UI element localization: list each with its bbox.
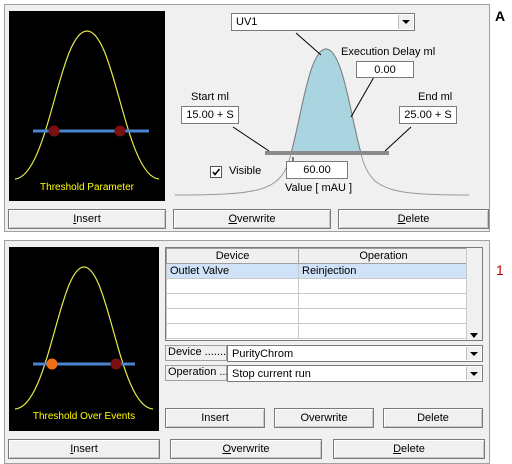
event-delete-button-label: Delete — [417, 412, 449, 424]
table-row[interactable] — [166, 278, 469, 294]
threshold-value-field[interactable]: 60.00 — [286, 161, 348, 179]
events-insert-button-label: Insert — [70, 443, 98, 455]
threshold-events-caption: Threshold Over Events — [32, 411, 136, 422]
end-pointer — [384, 126, 412, 152]
checkmark-icon — [212, 168, 221, 176]
operation-cell[interactable] — [298, 323, 469, 339]
delete-button-label: Delete — [397, 213, 430, 225]
threshold-parameter-chart — [14, 30, 160, 180]
device-cell[interactable] — [166, 278, 299, 294]
device-select[interactable]: PurityChrom — [227, 345, 483, 362]
start-field[interactable]: 15.00 + S — [181, 106, 239, 124]
device-cell[interactable] — [166, 293, 299, 309]
operation-cell[interactable] — [298, 308, 469, 324]
start-pointer — [232, 126, 270, 152]
insert-button-label: Insert — [73, 213, 101, 225]
delay-pointer — [350, 76, 375, 118]
table-row[interactable] — [166, 293, 469, 309]
events-table-container: Device Operation Outlet Valve Reinjection — [165, 247, 483, 341]
threshold-events-panel: Threshold Over Events Device Operation O… — [4, 240, 490, 464]
chevron-down-icon[interactable] — [466, 367, 481, 380]
visible-label: Visible — [229, 165, 262, 177]
threshold-parameter-panel: Threshold Parameter UV1 Execution Delay … — [4, 4, 490, 232]
table-scrollbar[interactable] — [466, 248, 482, 340]
detector-pointer — [295, 32, 322, 56]
threshold-marker-right — [110, 358, 122, 370]
detector-select[interactable]: UV1 — [231, 13, 415, 31]
peak-fill — [290, 48, 362, 154]
event-overwrite-button[interactable]: Overwrite — [274, 408, 374, 428]
threshold-events-chart — [14, 266, 154, 410]
operation-label: Operation ... — [165, 365, 229, 381]
execution-delay-field[interactable]: 0.00 — [356, 61, 414, 78]
threshold-parameter-preview: Threshold Parameter — [9, 11, 165, 201]
threshold-events-preview: Threshold Over Events — [9, 247, 159, 431]
gaussian-curve — [14, 30, 160, 180]
chevron-down-icon[interactable] — [398, 15, 413, 29]
threshold-parameter-caption: Threshold Parameter — [40, 182, 134, 193]
threshold-marker-active — [46, 358, 58, 370]
table-row[interactable] — [166, 308, 469, 324]
execution-delay-label: Execution Delay ml — [341, 46, 436, 58]
delete-button[interactable]: Delete — [338, 209, 489, 229]
figure-marker-1: 1 — [496, 262, 504, 278]
gaussian-curve — [14, 266, 154, 410]
chevron-down-icon[interactable] — [466, 347, 481, 360]
device-cell[interactable] — [166, 323, 299, 339]
detector-select-value: UV1 — [236, 16, 258, 28]
operation-select-value: Stop current run — [232, 367, 311, 380]
visible-checkbox[interactable] — [210, 166, 222, 178]
threshold-value-label: Value [ mAU ] — [285, 182, 353, 194]
end-field[interactable]: 25.00 + S — [399, 106, 457, 124]
chevron-down-icon[interactable] — [470, 333, 478, 338]
operation-select[interactable]: Stop current run — [227, 365, 483, 382]
end-label: End ml — [418, 91, 453, 103]
column-header-device[interactable]: Device — [166, 248, 299, 264]
device-label: Device ........ — [165, 345, 229, 361]
table-row[interactable]: Outlet Valve Reinjection — [166, 263, 469, 279]
operation-cell[interactable] — [298, 293, 469, 309]
threshold-marker-right — [114, 125, 126, 137]
overwrite-button-label: Overwrite — [228, 213, 276, 225]
event-insert-button-label: Insert — [201, 412, 229, 424]
events-overwrite-button-label: Overwrite — [222, 443, 270, 455]
insert-button[interactable]: Insert — [8, 209, 166, 229]
events-overwrite-button[interactable]: Overwrite — [170, 439, 322, 459]
column-header-operation[interactable]: Operation — [298, 248, 469, 264]
figure-label-a: A — [495, 8, 506, 24]
events-table: Device Operation Outlet Valve Reinjection — [166, 248, 469, 339]
event-overwrite-button-label: Overwrite — [300, 412, 348, 424]
device-cell[interactable] — [166, 308, 299, 324]
device-select-value: PurityChrom — [232, 347, 294, 360]
events-delete-button-label: Delete — [393, 443, 425, 455]
table-row[interactable] — [166, 323, 469, 339]
device-cell[interactable]: Outlet Valve — [166, 263, 299, 279]
events-delete-button[interactable]: Delete — [333, 439, 485, 459]
start-label: Start ml — [191, 91, 229, 103]
event-insert-button[interactable]: Insert — [165, 408, 265, 428]
overwrite-button[interactable]: Overwrite — [173, 209, 331, 229]
operation-cell[interactable]: Reinjection — [298, 263, 469, 279]
threshold-marker-left — [48, 125, 60, 137]
events-insert-button[interactable]: Insert — [8, 439, 160, 459]
operation-cell[interactable] — [298, 278, 469, 294]
event-delete-button[interactable]: Delete — [383, 408, 483, 428]
